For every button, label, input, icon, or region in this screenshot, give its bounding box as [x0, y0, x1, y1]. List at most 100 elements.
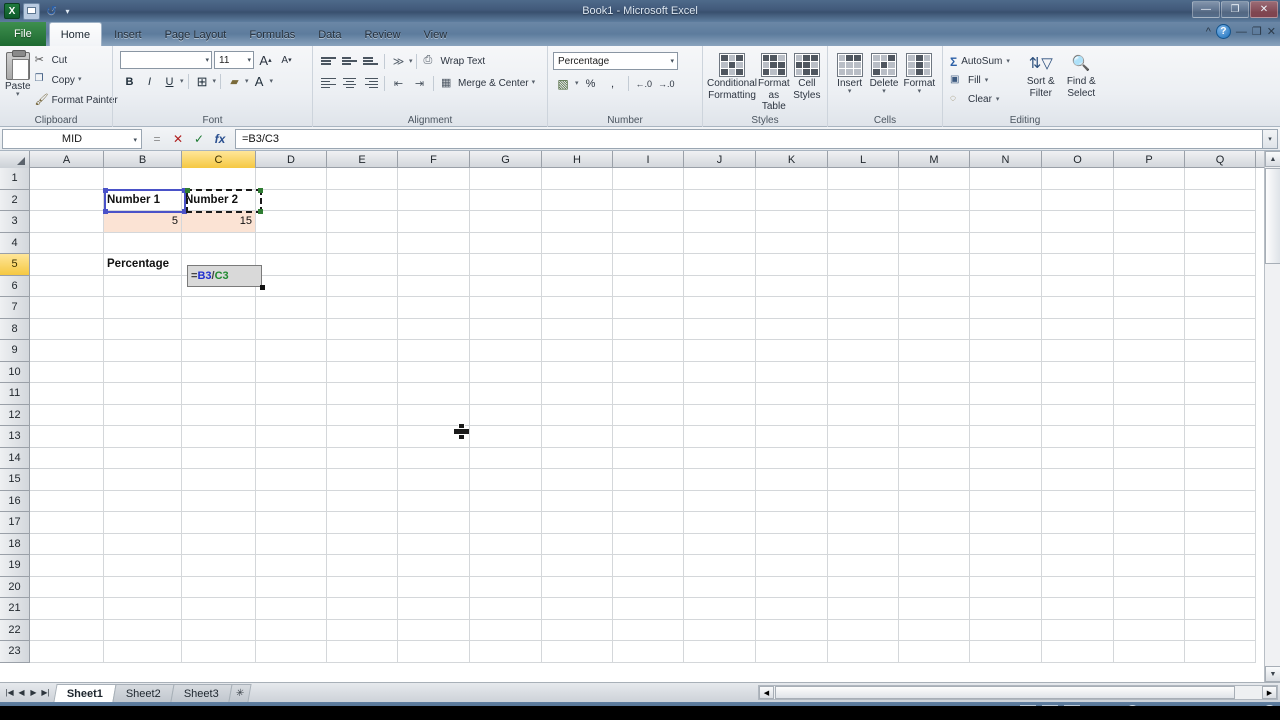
decrease-decimal-button[interactable]: →.0	[656, 74, 677, 93]
cell-A15[interactable]	[30, 469, 104, 491]
doc-restore-icon[interactable]: ❐	[1252, 25, 1262, 38]
number-format-select[interactable]: Percentage ▾	[553, 52, 678, 70]
cell-A14[interactable]	[30, 447, 104, 469]
cell-F2[interactable]	[398, 189, 470, 211]
fill-caret-icon[interactable]: ▾	[985, 77, 989, 84]
cell-I5[interactable]	[613, 254, 684, 276]
cell-L15[interactable]	[828, 469, 899, 491]
cell-D8[interactable]	[256, 318, 327, 340]
cell-F7[interactable]	[398, 297, 470, 319]
cell-E11[interactable]	[327, 383, 398, 405]
column-header-P[interactable]: P	[1114, 151, 1185, 168]
insert-function-icon[interactable]: fx	[213, 132, 227, 146]
cell-K12[interactable]	[756, 404, 828, 426]
cell-O23[interactable]	[1042, 641, 1114, 663]
cell-P20[interactable]	[1114, 576, 1185, 598]
cell-D20[interactable]	[256, 576, 327, 598]
cell-K9[interactable]	[756, 340, 828, 362]
cell-Q11[interactable]	[1185, 383, 1256, 405]
cell-H12[interactable]	[542, 404, 613, 426]
cell-F22[interactable]	[398, 619, 470, 641]
cell-M9[interactable]	[899, 340, 970, 362]
align-bottom-button[interactable]	[360, 52, 381, 71]
cell-C4[interactable]	[182, 232, 256, 254]
cell-M22[interactable]	[899, 619, 970, 641]
cell-A2[interactable]	[30, 189, 104, 211]
cell-N2[interactable]	[970, 189, 1042, 211]
row-header-8[interactable]: 8	[0, 318, 30, 340]
cell-P2[interactable]	[1114, 189, 1185, 211]
cell-I12[interactable]	[613, 404, 684, 426]
cell-M12[interactable]	[899, 404, 970, 426]
cell-G9[interactable]	[470, 340, 542, 362]
cell-J2[interactable]	[684, 189, 756, 211]
cell-C10[interactable]	[182, 361, 256, 383]
cell-H11[interactable]	[542, 383, 613, 405]
row-header-3[interactable]: 3	[0, 211, 30, 233]
cell-K3[interactable]	[756, 211, 828, 233]
cell-E23[interactable]	[327, 641, 398, 663]
cell-M17[interactable]	[899, 512, 970, 534]
cell-P12[interactable]	[1114, 404, 1185, 426]
column-header-A[interactable]: A	[30, 151, 104, 168]
cell-J17[interactable]	[684, 512, 756, 534]
cell-G8[interactable]	[470, 318, 542, 340]
cell-N6[interactable]	[970, 275, 1042, 297]
cell-O19[interactable]	[1042, 555, 1114, 577]
cell-P13[interactable]	[1114, 426, 1185, 448]
name-box-caret-icon[interactable]: ▾	[133, 136, 137, 144]
cell-I14[interactable]	[613, 447, 684, 469]
cell-B17[interactable]	[104, 512, 182, 534]
cell-C2[interactable]: Number 2	[182, 189, 256, 211]
cell-O14[interactable]	[1042, 447, 1114, 469]
cell-H23[interactable]	[542, 641, 613, 663]
insert-worksheet-icon[interactable]: ✳	[228, 683, 252, 702]
cell-C19[interactable]	[182, 555, 256, 577]
column-header-G[interactable]: G	[470, 151, 542, 168]
row-header-7[interactable]: 7	[0, 297, 30, 319]
cell-N14[interactable]	[970, 447, 1042, 469]
cell-P3[interactable]	[1114, 211, 1185, 233]
cell-N19[interactable]	[970, 555, 1042, 577]
cell-D1[interactable]	[256, 168, 327, 190]
cell-C13[interactable]	[182, 426, 256, 448]
cell-J8[interactable]	[684, 318, 756, 340]
cell-H18[interactable]	[542, 533, 613, 555]
cell-P19[interactable]	[1114, 555, 1185, 577]
cell-L2[interactable]	[828, 189, 899, 211]
font-name-input[interactable]: ▾	[120, 51, 212, 69]
cell-H2[interactable]	[542, 189, 613, 211]
cell-N15[interactable]	[970, 469, 1042, 491]
cell-E12[interactable]	[327, 404, 398, 426]
cell-Q4[interactable]	[1185, 232, 1256, 254]
cell-L21[interactable]	[828, 598, 899, 620]
cell-A3[interactable]	[30, 211, 104, 233]
cell-D16[interactable]	[256, 490, 327, 512]
cell-Q9[interactable]	[1185, 340, 1256, 362]
cell-G6[interactable]	[470, 275, 542, 297]
cell-D23[interactable]	[256, 641, 327, 663]
cell-styles-button[interactable]: Cell Styles	[792, 51, 822, 101]
cell-M23[interactable]	[899, 641, 970, 663]
vertical-scroll-thumb[interactable]	[1265, 168, 1280, 264]
cell-N4[interactable]	[970, 232, 1042, 254]
cell-F19[interactable]	[398, 555, 470, 577]
cell-C1[interactable]	[182, 168, 256, 190]
cell-E2[interactable]	[327, 189, 398, 211]
doc-close-icon[interactable]: ✕	[1267, 25, 1276, 38]
cell-D18[interactable]	[256, 533, 327, 555]
cell-H20[interactable]	[542, 576, 613, 598]
align-middle-button[interactable]	[339, 52, 360, 71]
cell-L3[interactable]	[828, 211, 899, 233]
cell-B5[interactable]: Percentage	[104, 254, 182, 276]
cell-F13[interactable]	[398, 426, 470, 448]
column-header-F[interactable]: F	[398, 151, 470, 168]
cell-L17[interactable]	[828, 512, 899, 534]
cell-G3[interactable]	[470, 211, 542, 233]
formula-input[interactable]: =B3/C3	[235, 128, 1262, 149]
cell-D6[interactable]	[256, 275, 327, 297]
cell-F1[interactable]	[398, 168, 470, 190]
cell-C21[interactable]	[182, 598, 256, 620]
cell-F18[interactable]	[398, 533, 470, 555]
increase-decimal-button[interactable]: ←.0	[634, 74, 655, 93]
